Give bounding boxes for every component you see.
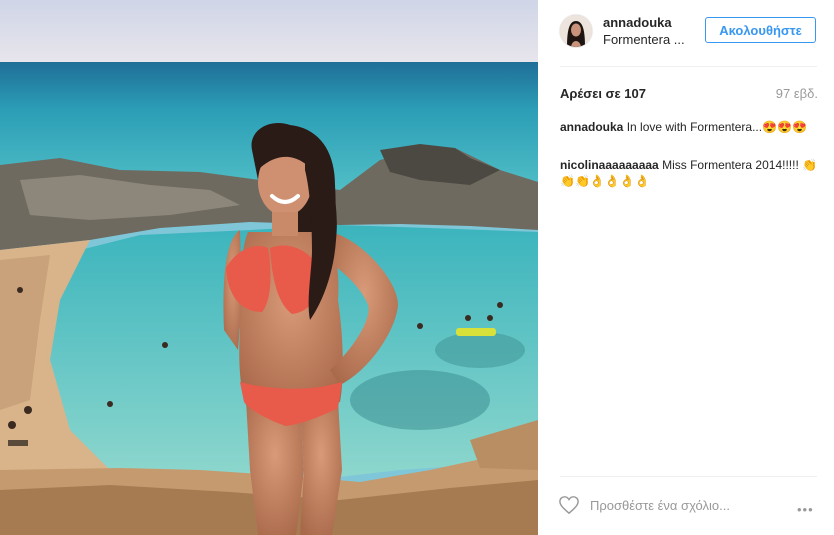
post-photo[interactable] bbox=[0, 0, 538, 535]
divider bbox=[560, 476, 817, 477]
more-options-icon[interactable]: ••• bbox=[797, 502, 814, 517]
avatar-image bbox=[560, 15, 592, 47]
avatar[interactable] bbox=[560, 15, 592, 47]
post-sidebar: annadouka Formentera ... Ακολουθήστε Αρέ… bbox=[538, 0, 834, 535]
heart-icon[interactable] bbox=[558, 495, 580, 515]
comment-item: nicolinaaaaaaaaa Miss Formentera 2014!!!… bbox=[560, 157, 822, 189]
comment-username[interactable]: nicolinaaaaaaaaa bbox=[560, 158, 659, 172]
follow-button[interactable]: Ακολουθήστε bbox=[705, 17, 816, 43]
post-header: annadouka Formentera ... Ακολουθήστε bbox=[538, 0, 834, 64]
post-location[interactable]: Formentera ... bbox=[603, 32, 685, 47]
beach-photo bbox=[0, 0, 538, 535]
post-viewer: annadouka Formentera ... Ακολουθήστε Αρέ… bbox=[0, 0, 834, 535]
comment-item: annadouka In love with Formentera...😍😍😍 bbox=[560, 119, 822, 135]
post-age[interactable]: 97 εβδ. bbox=[776, 86, 818, 101]
comment-text: In love with Formentera...😍😍😍 bbox=[626, 120, 807, 134]
comment-username[interactable]: annadouka bbox=[560, 120, 623, 134]
divider bbox=[560, 66, 817, 67]
likes-count[interactable]: Αρέσει σε 107 bbox=[560, 86, 646, 101]
post-username[interactable]: annadouka bbox=[603, 15, 672, 30]
comment-input[interactable]: Προσθέστε ένα σχόλιο... bbox=[590, 498, 730, 513]
